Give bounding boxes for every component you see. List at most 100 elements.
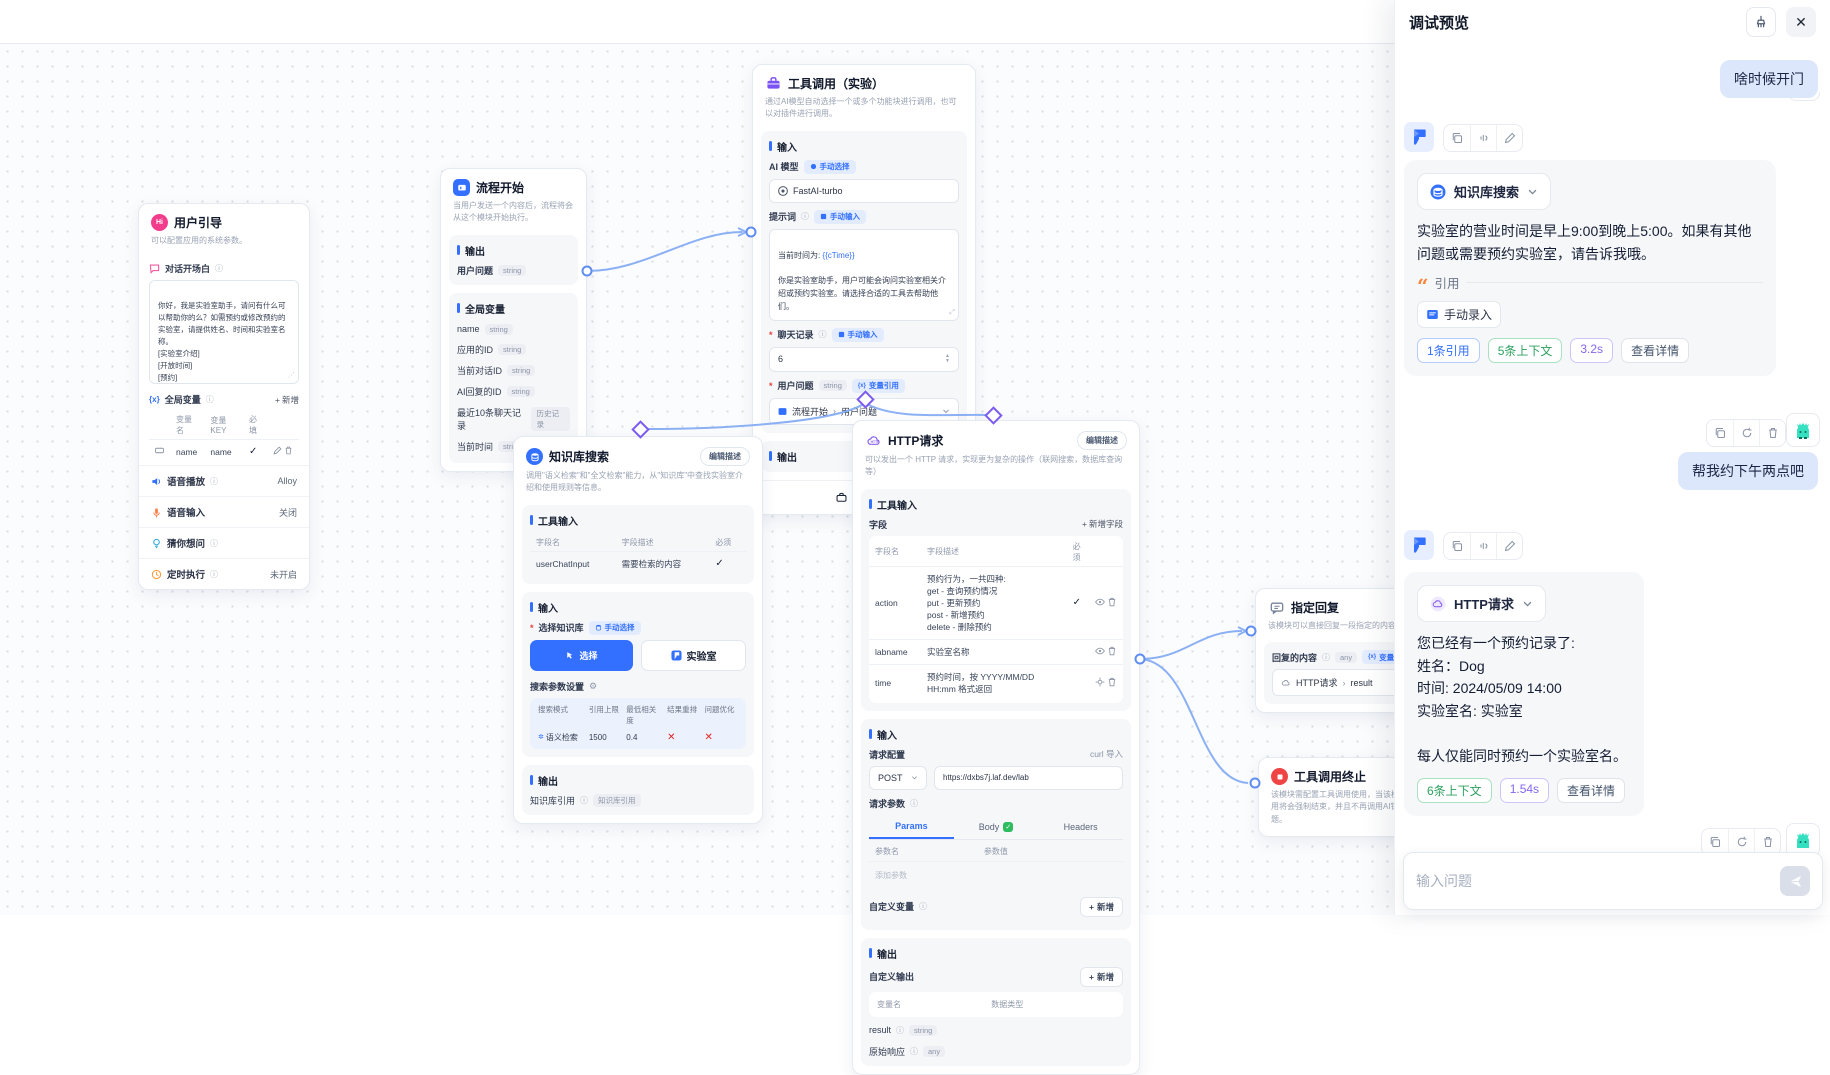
view-detail-button[interactable]: 查看详情: [1557, 778, 1625, 803]
params-panel: 搜索模式 引用上限 最低相关度 结果重排 问题优化 ✲语义检索 1500 0.4…: [530, 698, 746, 749]
user-avatar: [1786, 413, 1820, 447]
setting-label: 猜你想问: [167, 536, 205, 550]
eye-icon[interactable]: [1095, 646, 1105, 656]
node-http-request[interactable]: HTTP HTTP请求 编辑描述 可以发出一个 HTTP 请求，实现更为复杂的操…: [852, 420, 1140, 1075]
eye-icon[interactable]: [1095, 597, 1105, 607]
setting-row-schedule[interactable]: 定时执行 ⓘ 未开启: [139, 558, 309, 589]
expand-icon[interactable]: ⤢: [949, 307, 955, 318]
url-input[interactable]: https://dxbs7j.laf.dev/lab: [934, 766, 1123, 790]
table-row: time 预约时间，按 YYYY/MM/DD HH:mm 格式返回: [869, 664, 1123, 701]
setting-row-guess[interactable]: 猜你想问 ⓘ: [139, 527, 309, 558]
select-dataset-button[interactable]: 选择: [530, 640, 633, 671]
node-title: 工具调用终止: [1294, 768, 1366, 785]
request-params-label: 请求参数: [869, 797, 905, 810]
global-name: name: [457, 324, 480, 334]
section-label: 输出: [538, 773, 558, 788]
node-kb-search[interactable]: 知识库搜索 编辑描述 调用"语义检索"和"全文检索"能力，从"知识库"中查找实验…: [513, 436, 763, 824]
copy-icon[interactable]: [1444, 533, 1470, 559]
tab-params[interactable]: Params: [869, 815, 954, 839]
citation-count-badge[interactable]: 1条引用: [1417, 338, 1480, 363]
add-custom-output-button[interactable]: + 新增: [1080, 967, 1123, 987]
user-message[interactable]: 帮我约下午两点吧: [1678, 452, 1818, 490]
gear-icon[interactable]: [1095, 677, 1105, 687]
view-detail-button[interactable]: 查看详情: [1621, 338, 1689, 363]
info-icon: ⓘ: [206, 394, 214, 405]
citation-source-chip[interactable]: 手动录入: [1417, 301, 1501, 328]
trash-icon[interactable]: [1759, 420, 1785, 446]
bulb-icon: [151, 538, 162, 549]
setting-row-tts[interactable]: 语音播放 ⓘ Alloy: [139, 465, 309, 496]
context-count-badge[interactable]: 5条上下文: [1488, 338, 1563, 363]
runtime-badge[interactable]: 1.54s: [1500, 778, 1549, 803]
edit-icon[interactable]: [1496, 533, 1522, 559]
tab-body[interactable]: Body✓: [954, 815, 1039, 839]
prompt-prefix: 当前时间为:: [778, 251, 822, 260]
col-name: 变量名: [170, 411, 204, 440]
custom-output-label: 自定义输出: [869, 970, 914, 983]
setting-label: 语音输入: [167, 505, 205, 519]
add-variable-button[interactable]: + 新增: [275, 394, 299, 406]
broom-icon: [1754, 15, 1768, 29]
close-icon[interactable]: ✕: [1786, 7, 1816, 37]
type-tag: string: [507, 386, 535, 397]
tts-play-icon[interactable]: [1470, 125, 1496, 151]
history-number-input[interactable]: 6 ▲▼: [769, 347, 959, 372]
tool-run-pill-kb[interactable]: 知识库搜索: [1417, 173, 1551, 210]
chat-input-bar[interactable]: 输入问题: [1403, 852, 1823, 910]
curl-import-link[interactable]: curl 导入: [1090, 748, 1123, 760]
trash-icon[interactable]: [1107, 646, 1117, 656]
svg-text:HTTP: HTTP: [870, 440, 879, 444]
trash-icon[interactable]: [284, 446, 293, 455]
node-flow-start[interactable]: 流程开始 当用户发送一个内容后，流程将会从这个模块开始执行。 输出 用户问题 s…: [440, 168, 587, 472]
type-tag: string: [819, 380, 847, 391]
node-user-guide[interactable]: Hi 用户引导 可以配置应用的系统参数。 对话开场白 ⓘ 你好，我是实验室助手，…: [138, 203, 310, 590]
model-select[interactable]: FastAI-turbo: [769, 179, 959, 203]
context-count-badge[interactable]: 6条上下文: [1417, 778, 1492, 803]
request-tabs: Params Body✓ Headers: [869, 815, 1123, 840]
chat-scroll-area[interactable]: 啥时候开门 知识库搜索 实验室的营业时间是早上9:00到晚上5:00。如果有其他…: [1395, 44, 1830, 852]
copy-icon[interactable]: [1444, 125, 1470, 151]
add-field-button[interactable]: + 新增字段: [1082, 518, 1123, 530]
node-subtitle: 通过AI模型自动选择一个或多个功能块进行调用，也可以对插件进行调用。: [753, 96, 975, 123]
runtime-badge[interactable]: 3.2s: [1570, 338, 1613, 363]
trash-icon[interactable]: [1107, 677, 1117, 687]
edit-desc-button[interactable]: 编辑描述: [1077, 431, 1127, 450]
gear-icon[interactable]: ⚙: [589, 681, 597, 692]
setting-value: 关闭: [279, 506, 297, 519]
resize-handle-icon[interactable]: ⋰: [288, 370, 295, 381]
fastgpt-logo-icon: [671, 650, 682, 661]
add-param-placeholder[interactable]: 添加参数: [869, 862, 1123, 889]
type-tag: string: [507, 365, 535, 376]
globals-table: 变量名 变量 KEY 必填 name name ✓: [149, 411, 299, 463]
reply-content-label: 回复的内容: [1272, 651, 1317, 664]
tab-headers[interactable]: Headers: [1038, 815, 1123, 839]
copy-icon[interactable]: [1707, 420, 1733, 446]
prompt-textarea[interactable]: 当前时间为: {{cTime}} 你是实验室助手，用户可能会询问实验室相关介绍或…: [769, 229, 959, 321]
info-icon: ⓘ: [580, 795, 588, 806]
clear-history-button[interactable]: [1746, 7, 1776, 37]
fields-label: 字段: [869, 518, 887, 531]
tts-play-icon[interactable]: [1470, 533, 1496, 559]
user-message[interactable]: 啥时候开门: [1720, 60, 1818, 98]
setting-row-stt[interactable]: 语音输入 关闭: [139, 496, 309, 527]
ai-avatar: [1404, 530, 1434, 560]
dataset-chip[interactable]: 实验室: [641, 640, 746, 671]
edit-icon[interactable]: [1496, 125, 1522, 151]
edit-desc-button[interactable]: 编辑描述: [700, 447, 750, 466]
trash-icon[interactable]: [1107, 597, 1117, 607]
input-type-icon: [155, 446, 164, 455]
edit-icon[interactable]: [273, 446, 282, 455]
setting-value: Alloy: [277, 476, 297, 486]
opening-textarea[interactable]: 你好，我是实验室助手，请问有什么可以帮助你的么？如需预约或修改预约的实验室，请提…: [149, 280, 299, 384]
type-tag: 知识库引用: [593, 794, 641, 807]
history-value: 6: [778, 354, 783, 364]
number-stepper[interactable]: ▲▼: [945, 354, 950, 365]
retry-icon[interactable]: [1733, 420, 1759, 446]
send-button[interactable]: [1780, 866, 1810, 896]
section-label: 输出: [877, 946, 897, 961]
type-tag: any: [1335, 652, 1357, 663]
type-tag: 历史记录: [531, 407, 570, 431]
tool-run-pill-http[interactable]: HTTP请求: [1417, 585, 1546, 622]
method-select[interactable]: POST: [869, 766, 927, 790]
add-custom-var-button[interactable]: + 新增: [1080, 897, 1123, 917]
